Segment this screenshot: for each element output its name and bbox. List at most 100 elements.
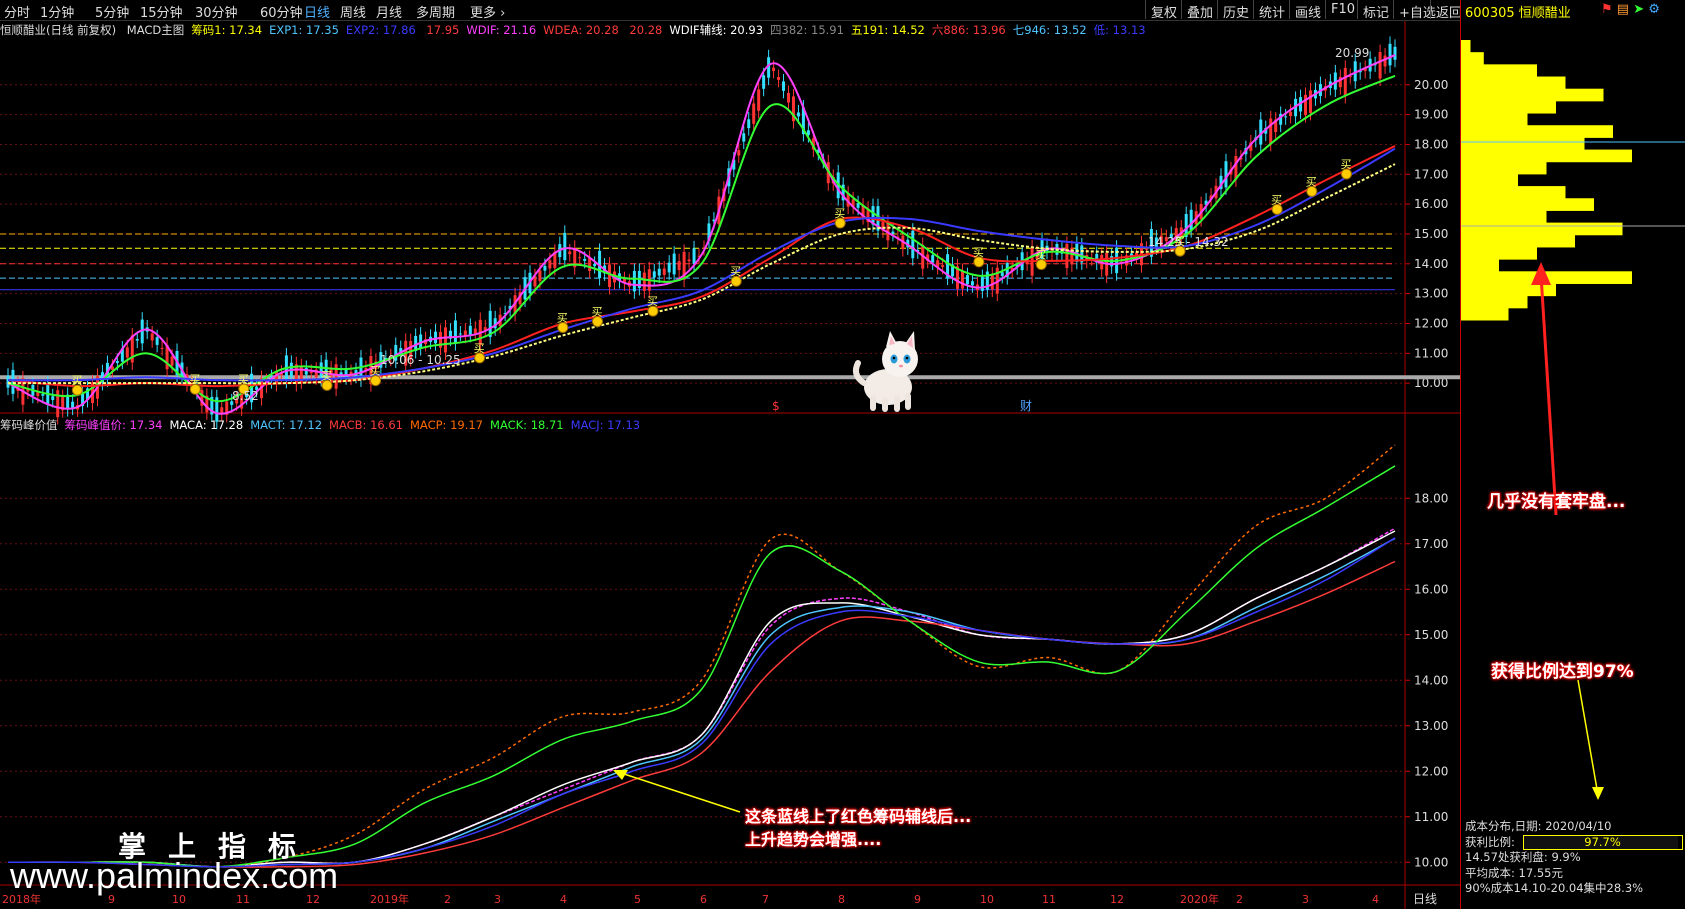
lower-series-MACT <box>8 537 1396 868</box>
event-marker-2: 财 <box>1020 399 1032 413</box>
red-arrow <box>1539 274 1558 516</box>
period-label: 日线 <box>1413 892 1437 906</box>
cost-date-label: 成本分布,日期: <box>1465 819 1542 833</box>
lower-series-MACJ <box>7 537 1396 868</box>
buy-marker: 买 <box>238 373 249 386</box>
candle-body <box>742 133 746 142</box>
upper-tick-label: 13.00 <box>1414 287 1448 301</box>
period-tab-9[interactable]: 多周期 <box>416 2 455 21</box>
period-tab-3[interactable]: 15分钟 <box>140 2 183 21</box>
candle-body <box>796 112 800 117</box>
profit-ratio-row: 获利比例: 97.7% <box>1461 834 1685 850</box>
period-tab-10[interactable]: 更多 › <box>470 2 505 21</box>
candle-body <box>578 257 582 259</box>
candle-body <box>588 257 592 271</box>
chip-bar <box>1461 295 1528 309</box>
lower-tick-label: 15.00 <box>1414 628 1448 642</box>
annotation-profit-ratio: 获得比例达到97% <box>1491 662 1634 682</box>
candle-body <box>1393 46 1397 60</box>
main-indicator-value-7: WDIF辅线: 20.93 <box>669 23 764 37</box>
lower-tick-label: 16.00 <box>1414 582 1448 596</box>
period-tab-0[interactable]: 分时 <box>4 2 30 21</box>
candle-body <box>965 275 969 285</box>
candle-body <box>677 261 681 271</box>
lower-tick-label: 17.00 <box>1414 537 1448 551</box>
candle-body <box>1269 118 1273 144</box>
tool-button-5[interactable]: F10 <box>1325 0 1360 19</box>
upper-tick-label: 12.00 <box>1414 316 1448 330</box>
candle-body <box>1234 156 1238 180</box>
period-tab-1[interactable]: 1分钟 <box>40 2 74 21</box>
candle-body <box>672 253 676 275</box>
lower-indicator-value-2: MACT: 17.12 <box>250 418 323 432</box>
period-tab-8[interactable]: 月线 <box>376 2 402 21</box>
candle-body <box>468 325 472 335</box>
buy-marker: 买 <box>189 373 200 386</box>
upper-tick-label: 17.00 <box>1414 167 1448 181</box>
lower-series-MACK <box>8 465 1396 868</box>
tool-button-4[interactable]: 画线 <box>1289 0 1326 21</box>
chip-bar <box>1461 64 1537 78</box>
candle-body <box>856 203 860 208</box>
candle-body <box>757 89 761 111</box>
event-marker-1: $ <box>772 399 780 413</box>
annotation-arrow <box>617 771 741 813</box>
period-tab-5[interactable]: 60分钟 <box>260 2 303 21</box>
tool-button-2[interactable]: 历史 <box>1217 0 1254 21</box>
buy-marker: 买 <box>474 342 485 355</box>
profit-ratio-bar: 97.7% <box>1522 834 1683 850</box>
main-indicator-value-8: 四382: 15.91 <box>770 23 844 37</box>
upper-series-MACA <box>7 145 1396 388</box>
candle-body <box>1189 209 1193 231</box>
date-label-11: 7 <box>762 893 769 906</box>
tool-button-1[interactable]: 叠加 <box>1181 0 1218 21</box>
lower-series-MACB <box>7 560 1396 868</box>
date-label-14: 10 <box>980 893 994 906</box>
chip-bar <box>1461 125 1613 138</box>
lower-indicator-label[interactable]: 筹码峰价值 <box>0 418 58 432</box>
cost-date: 2020/04/10 <box>1545 819 1612 833</box>
date-label-9: 5 <box>634 893 641 906</box>
lower-tick-label: 11.00 <box>1414 810 1448 824</box>
candle-body <box>667 262 671 273</box>
annotation-blue-line-1: 这条蓝线上了红色筹码辅线后... <box>745 807 972 826</box>
period-tab-4[interactable]: 30分钟 <box>195 2 238 21</box>
chip-bar <box>1461 40 1471 53</box>
period-tab-7[interactable]: 周线 <box>340 2 366 21</box>
tool-button-0[interactable]: 复权 <box>1145 0 1182 21</box>
indicator-label[interactable]: MACD主图 <box>127 23 184 37</box>
chip-bar <box>1461 307 1509 321</box>
candle-body <box>747 119 751 129</box>
candle-body <box>1343 67 1347 97</box>
date-label-15: 11 <box>1042 893 1056 906</box>
chip-bar <box>1461 186 1566 199</box>
candle-body <box>608 264 612 288</box>
lower-indicator-bar: 筹码峰价值 筹码峰值价: 17.34 MACA: 17.28 MACT: 17.12 M… <box>0 417 654 433</box>
candle-body <box>1284 116 1288 118</box>
chip-bar <box>1461 76 1566 90</box>
period-tab-6[interactable]: 日线 <box>304 2 330 21</box>
lower-tick-label: 13.00 <box>1414 719 1448 733</box>
lower-indicator-value-4: MACP: 19.17 <box>410 418 484 432</box>
candle-body <box>41 394 45 396</box>
candle-body <box>1065 243 1069 268</box>
upper-tick-label: 11.00 <box>1414 346 1448 360</box>
candle-body <box>1388 43 1392 66</box>
candle-body <box>220 407 224 414</box>
chip-bar <box>1461 259 1499 272</box>
tool-button-3[interactable]: 统计 <box>1253 0 1290 21</box>
period-toolbar: 分时 1分钟 5分钟 15分钟 30分钟 60分钟 日线 周线 月线 多周期 更多 › 复权 叠加 历史统… <box>0 0 1462 21</box>
main-indicator-value-11: 七946: 13.52 <box>1012 23 1087 37</box>
chart-canvas[interactable]: 20.00 19.00 18.00 17.00 16.00 15.00 14.00 13.00… <box>0 0 1460 909</box>
upper-tick-label: 20.00 <box>1414 78 1448 92</box>
lower-series-MACP <box>8 444 1396 868</box>
upper-tick-label: 15.00 <box>1414 227 1448 241</box>
tool-button-6[interactable]: 标记 <box>1357 0 1394 21</box>
candle-body <box>434 331 438 344</box>
period-tab-2[interactable]: 5分钟 <box>95 2 129 21</box>
candle-body <box>762 75 766 89</box>
candle-body <box>538 270 542 282</box>
candle-body <box>309 371 313 374</box>
candle-body <box>657 268 661 276</box>
buy-marker: 买 <box>1271 193 1282 206</box>
